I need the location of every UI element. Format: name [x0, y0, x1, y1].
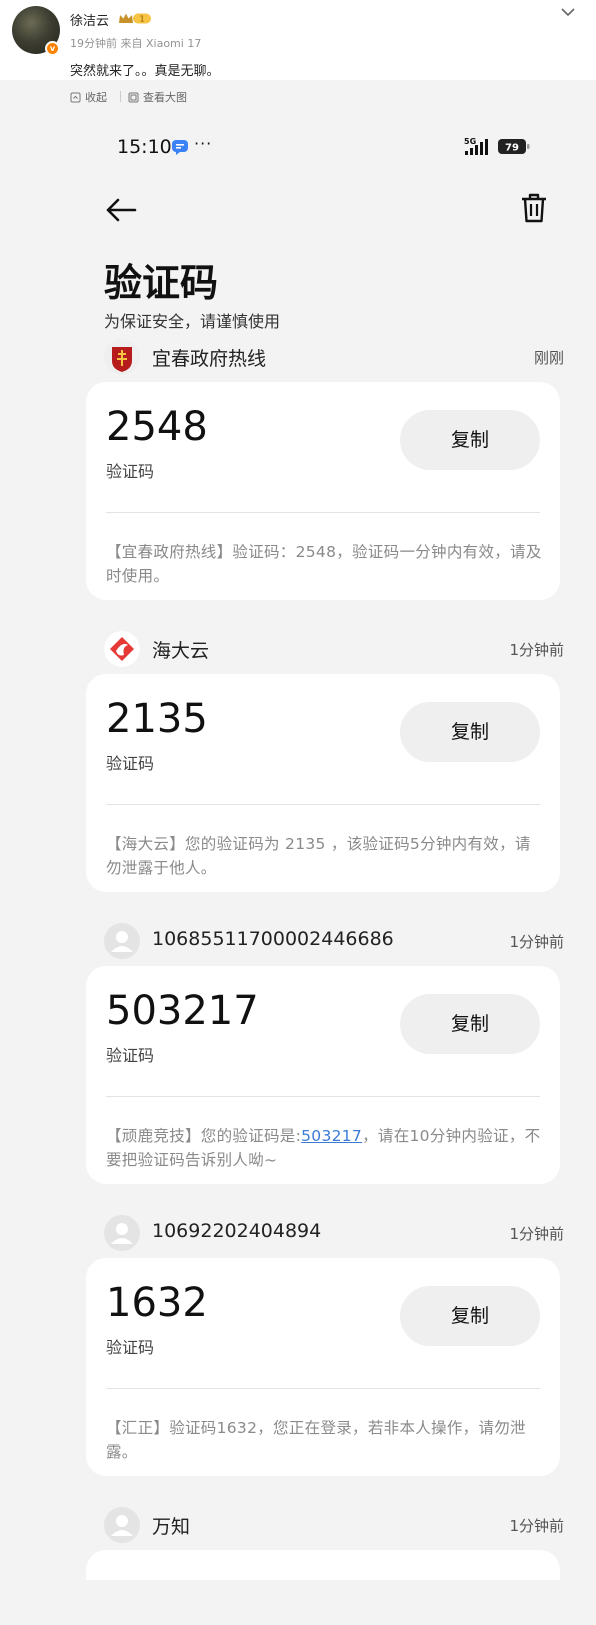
sender-row: 10685511700002446686 1分钟前 [104, 920, 564, 960]
back-arrow-icon[interactable] [105, 197, 137, 223]
yichun-hotline-logo-icon [104, 339, 140, 375]
copy-button[interactable]: 复制 [400, 410, 540, 470]
svg-text:1: 1 [139, 15, 144, 24]
phone-screen: 15:10 ··· 5G 79 验证码 为保证安全，请谨慎使用 宜春政府热线 刚… [70, 112, 596, 1625]
message-body: 【汇正】验证码1632，您正在登录，若非本人操作，请勿泄露。 [106, 1419, 526, 1461]
message-time: 1分钟前 [509, 933, 564, 951]
sender-name: 海大云 [152, 640, 210, 662]
verification-code: 2135 [106, 696, 208, 742]
code-card: 2135 验证码 复制 【海大云】您的验证码为 2135 ，该验证码5分钟内有效… [86, 674, 560, 892]
code-card [86, 1550, 560, 1580]
view-large-button[interactable]: 查看大图 [128, 89, 187, 105]
sender-row: 万知 1分钟前 [104, 1504, 564, 1544]
message-body: 【海大云】您的验证码为 2135 ，该验证码5分钟内有效，请勿泄露于他人。 [106, 835, 531, 877]
message-body-prefix: 【顽鹿竞技】您的验证码是: [106, 1127, 302, 1145]
status-more-dots: ··· [194, 134, 213, 153]
sender-name: 10692202404894 [152, 1220, 322, 1242]
message-time: 1分钟前 [509, 1517, 564, 1535]
message-time: 1分钟前 [509, 1225, 564, 1243]
username[interactable]: 徐洁云 [70, 10, 109, 29]
message-notification-icon [172, 140, 188, 155]
signal-5g-icon: 5G [464, 137, 488, 155]
message-body: 【顽鹿竞技】您的验证码是:503217，请在10分钟内验证，不要把验证码告诉别人… [106, 1124, 542, 1172]
sender-name: 万知 [152, 1516, 191, 1538]
code-link[interactable]: 503217 [301, 1127, 362, 1145]
haidayun-logo-icon [104, 631, 140, 667]
post-meta: 19分钟前 来自 Xiaomi 17 [70, 35, 201, 51]
copy-button[interactable]: 复制 [400, 702, 540, 762]
view-large-label: 查看大图 [143, 91, 187, 104]
code-label: 验证码 [106, 1338, 155, 1357]
svg-text:79: 79 [505, 143, 519, 154]
image-toolbar: 收起 查看大图 [0, 80, 596, 112]
sender-row: 宜春政府热线 刚刚 [104, 336, 564, 376]
page-title: 验证码 [104, 261, 219, 305]
message-time: 刚刚 [533, 349, 564, 367]
card-divider [106, 512, 540, 513]
default-contact-icon [104, 1507, 140, 1543]
code-label: 验证码 [106, 754, 155, 773]
code-card: 503217 验证码 复制 【顽鹿竞技】您的验证码是:503217，请在10分钟… [86, 966, 560, 1184]
post-source: 来自 Xiaomi 17 [120, 37, 202, 50]
battery-icon: 79 [498, 139, 530, 154]
card-divider [106, 804, 540, 805]
post-header: v 徐洁云 1 19分钟前 来自 Xiaomi 17 突然就来了。。真是无聊。 [0, 0, 596, 80]
vip-crown-icon: 1 [119, 13, 151, 24]
message-time: 1分钟前 [509, 641, 564, 659]
svg-text:5G: 5G [464, 137, 476, 146]
post-text: 突然就来了。。真是无聊。 [70, 64, 220, 79]
screenshot-image[interactable]: 15:10 ··· 5G 79 验证码 为保证安全，请谨慎使用 宜春政府热线 刚… [0, 112, 596, 1625]
verification-code: 1632 [106, 1280, 208, 1326]
chevron-down-icon[interactable] [560, 6, 576, 18]
collapse-icon [70, 92, 81, 102]
status-time: 15:10 [117, 136, 172, 158]
code-label: 验证码 [106, 1046, 155, 1065]
trash-icon[interactable] [520, 192, 548, 224]
copy-button[interactable]: 复制 [400, 994, 540, 1054]
page-subtitle: 为保证安全，请谨慎使用 [104, 312, 281, 331]
message-body: 【宜春政府热线】验证码：2548，验证码一分钟内有效，请及时使用。 [106, 543, 542, 585]
verification-code: 503217 [106, 988, 259, 1034]
collapse-label: 收起 [85, 91, 107, 104]
code-label: 验证码 [106, 462, 155, 481]
collapse-button[interactable]: 收起 [70, 89, 107, 105]
post-time: 19分钟前 [70, 37, 117, 50]
code-card: 1632 验证码 复制 【汇正】验证码1632，您正在登录，若非本人操作，请勿泄… [86, 1258, 560, 1476]
toolbar-divider [120, 91, 121, 102]
sender-name: 宜春政府热线 [152, 348, 267, 370]
sender-name: 10685511700002446686 [152, 928, 394, 950]
verified-badge-icon: v [45, 41, 60, 56]
copy-button[interactable]: 复制 [400, 1286, 540, 1346]
card-divider [106, 1388, 540, 1389]
sender-row: 10692202404894 1分钟前 [104, 1212, 564, 1252]
view-large-icon [128, 92, 139, 102]
card-divider [106, 1096, 540, 1097]
default-contact-icon [104, 923, 140, 959]
verification-code: 2548 [106, 404, 208, 450]
sender-row: 海大云 1分钟前 [104, 628, 564, 668]
default-contact-icon [104, 1215, 140, 1251]
code-card: 2548 验证码 复制 【宜春政府热线】验证码：2548，验证码一分钟内有效，请… [86, 382, 560, 600]
